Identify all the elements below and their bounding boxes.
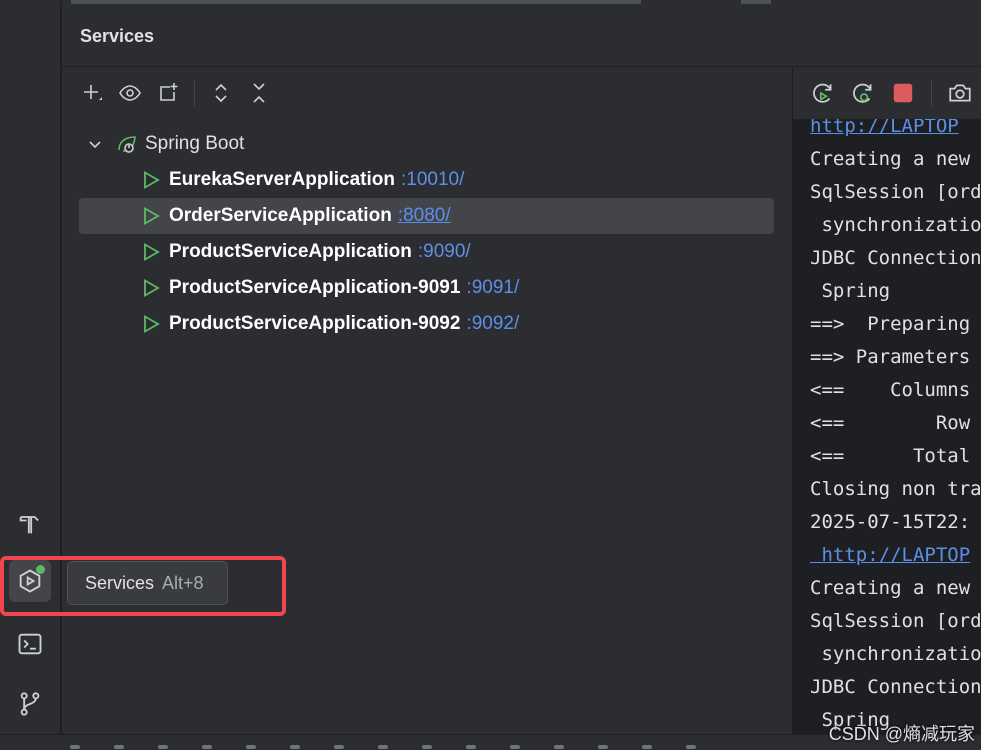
console-line: Creating a new	[810, 148, 971, 170]
console-line: SqlSession [ord	[810, 181, 981, 203]
console-area: http://LAPTOP Creating a new SqlSession …	[792, 67, 981, 734]
console-line: <== Columns	[810, 379, 971, 401]
chevron-down-icon[interactable]	[83, 136, 107, 152]
console-line: synchronizatio	[810, 214, 981, 236]
rerun-debug-button[interactable]	[847, 77, 879, 109]
stop-icon	[893, 83, 913, 103]
tree-row-product-9092[interactable]: ProductServiceApplication-9092 :9092/	[79, 306, 774, 342]
rerun-icon	[813, 83, 832, 103]
tool-window-strip	[0, 0, 61, 750]
console-line[interactable]: http://LAPTOP	[793, 119, 981, 143]
run-icon	[141, 169, 163, 191]
tree-group-spring-boot[interactable]: Spring Boot	[79, 126, 774, 162]
spring-boot-icon	[115, 132, 139, 156]
new-group-icon	[160, 83, 178, 101]
terminal-tool-button[interactable]	[9, 623, 51, 665]
tree-row-product-9091[interactable]: ProductServiceApplication-9091 :9091/	[79, 270, 774, 306]
app-name: EurekaServerApplication	[169, 169, 395, 190]
add-service-button[interactable]	[76, 77, 108, 109]
app-name: ProductServiceApplication-9091	[169, 277, 461, 298]
port-link[interactable]: :9090/	[418, 241, 471, 263]
screenshot-button[interactable]	[944, 77, 976, 109]
expand-all-button[interactable]	[205, 77, 237, 109]
console-line[interactable]: http://LAPTOP	[793, 539, 981, 572]
console-line: <== Total	[810, 445, 971, 467]
run-icon	[141, 277, 163, 299]
console-line: ==> Preparing	[810, 313, 971, 335]
panel-title: Services	[80, 26, 155, 46]
services-tree: Spring Boot EurekaServerApplication :100…	[79, 126, 774, 342]
console-output[interactable]: http://LAPTOP Creating a new SqlSession …	[793, 119, 981, 734]
services-panel: Services Spring Boot EurekaServerApplica…	[62, 6, 981, 734]
console-toolbar	[793, 75, 976, 111]
run-icon	[141, 205, 163, 227]
camera-icon	[949, 84, 971, 102]
console-line: synchronizatio	[810, 643, 981, 665]
collapse-all-button[interactable]	[243, 77, 275, 109]
console-line: <== Row	[810, 412, 971, 434]
stop-button[interactable]	[887, 77, 919, 109]
hammer-icon	[19, 516, 39, 534]
rerun-debug-icon	[853, 83, 872, 103]
eye-icon	[119, 85, 141, 101]
terminal-icon	[18, 633, 42, 655]
app-name: ProductServiceApplication	[169, 241, 412, 262]
watermark: CSDN @熵减玩家	[828, 724, 975, 744]
port-link[interactable]: :8080/	[398, 205, 451, 227]
console-line: Creating a new	[810, 577, 971, 599]
view-options-button[interactable]	[114, 77, 146, 109]
expand-all-icon	[215, 83, 227, 103]
rerun-button[interactable]	[807, 77, 839, 109]
app-name: OrderServiceApplication	[169, 205, 392, 226]
collapse-all-icon	[253, 83, 265, 103]
build-tool-button[interactable]	[9, 503, 51, 545]
console-line: SqlSession [ord	[810, 610, 981, 632]
console-line: ==> Parameters	[810, 346, 971, 368]
tree-row-product[interactable]: ProductServiceApplication :9090/	[79, 234, 774, 270]
tree-row-order[interactable]: OrderServiceApplication :8080/	[79, 198, 774, 234]
run-icon	[141, 241, 163, 263]
console-line: JDBC Connection	[810, 676, 981, 698]
services-toolbar	[76, 76, 275, 110]
annotation-highlight-box	[0, 556, 286, 616]
add-icon	[84, 85, 102, 100]
port-link[interactable]: :9092/	[466, 313, 519, 335]
port-link[interactable]: :10010/	[401, 169, 464, 191]
console-line: JDBC Connection	[810, 247, 981, 269]
app-name: ProductServiceApplication-9092	[169, 313, 461, 334]
git-branch-icon	[20, 692, 40, 716]
run-icon	[141, 313, 163, 335]
console-line: Closing non tra	[810, 478, 981, 500]
git-tool-button[interactable]	[9, 683, 51, 725]
group-label: Spring Boot	[145, 133, 245, 154]
new-group-button[interactable]	[152, 77, 184, 109]
console-line: Spring	[810, 280, 891, 302]
port-link[interactable]: :9091/	[466, 277, 519, 299]
console-line: 2025-07-15T22:	[810, 511, 971, 533]
tree-row-eureka[interactable]: EurekaServerApplication :10010/	[79, 162, 774, 198]
